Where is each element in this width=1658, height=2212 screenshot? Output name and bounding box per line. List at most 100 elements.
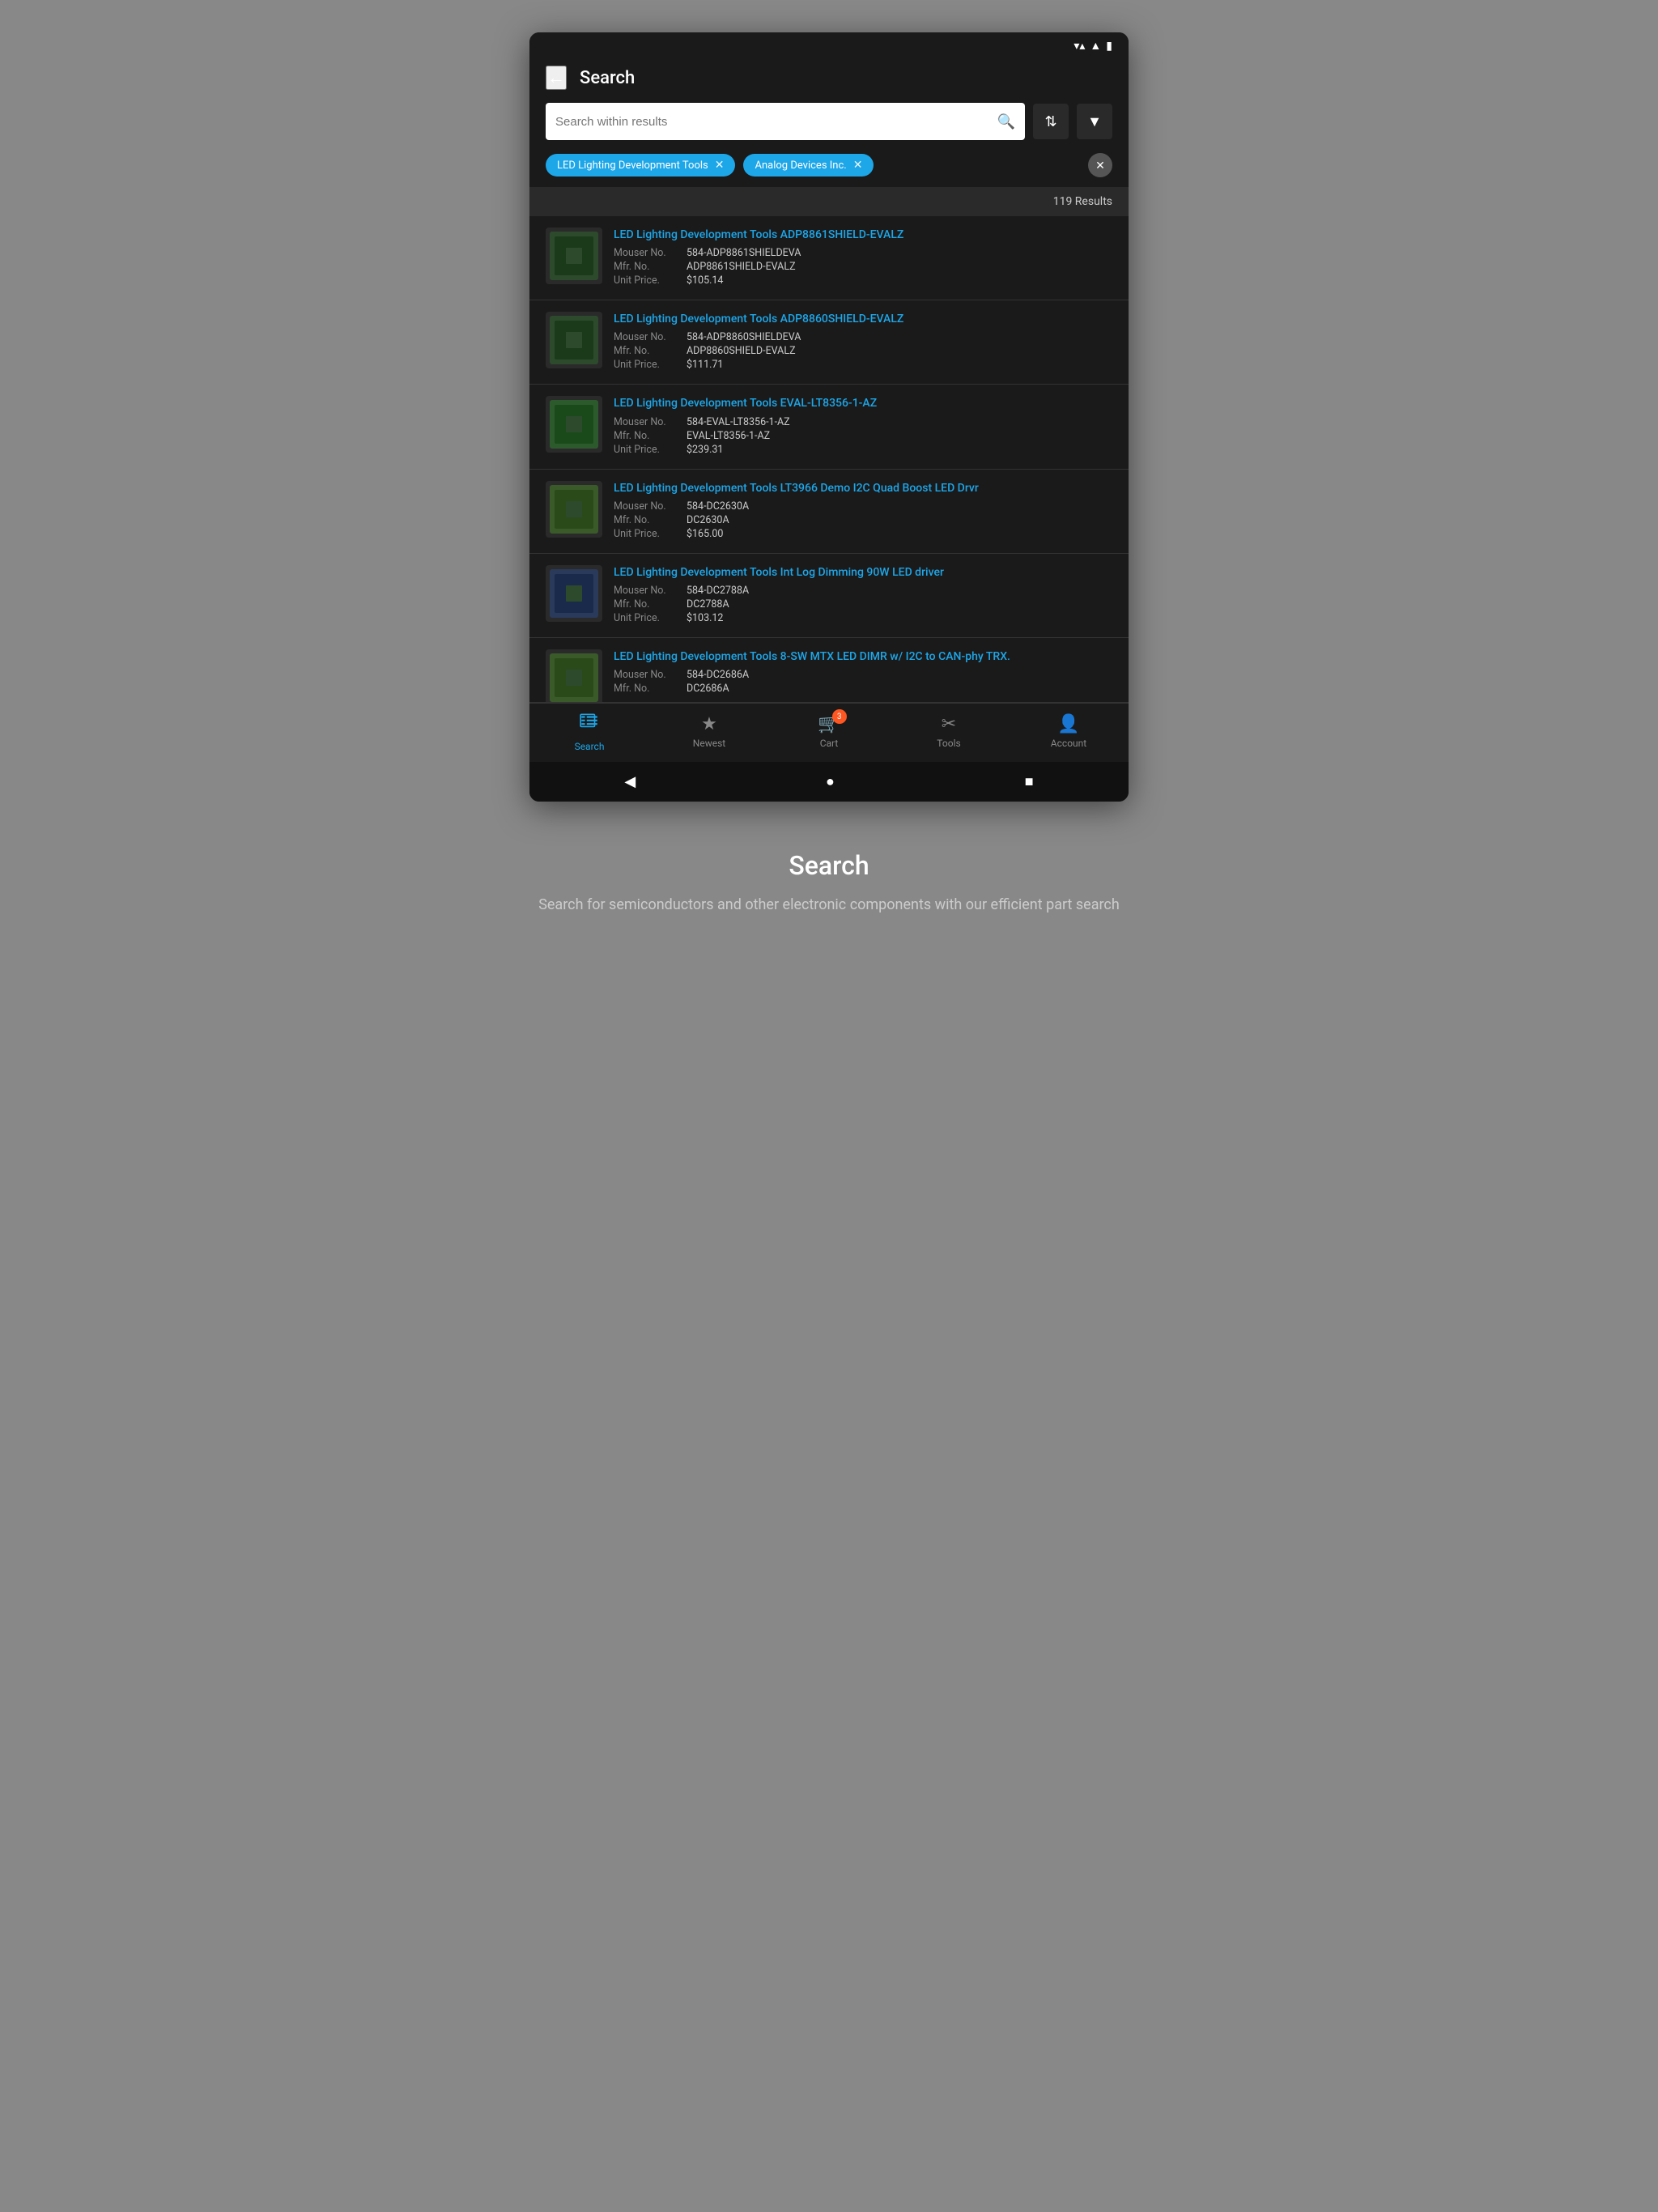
account-nav-label: Account	[1051, 738, 1086, 749]
tools-nav-label: Tools	[937, 738, 960, 749]
mouser-value: 584-ADP8860SHIELDEVA	[687, 331, 801, 343]
price-value: $111.71	[687, 359, 723, 371]
tools-nav-icon: ✂	[942, 714, 956, 734]
product-title: LED Lighting Development Tools LT3966 De…	[614, 481, 1112, 496]
newest-nav-icon: ★	[701, 714, 717, 734]
page-title: Search	[580, 68, 635, 88]
status-icons: ▾▴ ▲ ▮	[1073, 39, 1112, 53]
product-title: LED Lighting Development Tools Int Log D…	[614, 565, 1112, 580]
bottom-title: Search	[538, 850, 1120, 881]
account-nav-icon: 👤	[1057, 714, 1079, 734]
mfr-label: Mfr. No.	[614, 345, 678, 357]
bottom-nav: Search ★ Newest 🛒 3 Cart ✂ Tools 👤 Accou…	[529, 703, 1129, 762]
mfr-value: EVAL-LT8356-1-AZ	[687, 430, 770, 442]
sort-icon: ⇅	[1044, 113, 1056, 130]
search-nav-label: Search	[575, 741, 605, 752]
android-back-button[interactable]: ◀	[624, 773, 636, 790]
mfr-label: Mfr. No.	[614, 430, 678, 442]
nav-item-tools[interactable]: ✂ Tools	[916, 714, 981, 749]
cart-nav-label: Cart	[820, 738, 839, 749]
product-title: LED Lighting Development Tools EVAL-LT83…	[614, 396, 1112, 410]
chip-label: Analog Devices Inc.	[755, 160, 846, 172]
product-image	[546, 228, 602, 284]
android-nav-bar: ◀ ● ■	[529, 762, 1129, 802]
mouser-value: 584-DC2788A	[687, 585, 749, 597]
price-value: $165.00	[687, 528, 723, 540]
mfr-value: DC2788A	[687, 598, 729, 610]
nav-item-newest[interactable]: ★ Newest	[677, 714, 742, 749]
cart-badge-wrap: 🛒 3	[818, 714, 840, 734]
search-input[interactable]	[555, 115, 997, 129]
product-image	[546, 649, 602, 703]
price-label: Unit Price.	[614, 612, 678, 624]
filter-chip-led[interactable]: LED Lighting Development Tools ✕	[546, 154, 735, 177]
product-image	[546, 396, 602, 453]
table-row[interactable]: LED Lighting Development Tools 8-SW MTX …	[529, 638, 1129, 703]
price-label: Unit Price.	[614, 274, 678, 287]
table-row[interactable]: LED Lighting Development Tools LT3966 De…	[529, 470, 1129, 554]
bottom-subtitle: Search for semiconductors and other elec…	[538, 894, 1120, 916]
search-input-wrap: 🔍	[546, 103, 1025, 140]
table-row[interactable]: LED Lighting Development Tools EVAL-LT83…	[529, 385, 1129, 469]
top-bar: ← Search	[529, 56, 1129, 103]
product-info: LED Lighting Development Tools Int Log D…	[614, 565, 1112, 626]
mfr-label: Mfr. No.	[614, 514, 678, 526]
product-info: LED Lighting Development Tools ADP8861SH…	[614, 228, 1112, 288]
mfr-label: Mfr. No.	[614, 598, 678, 610]
nav-item-cart[interactable]: 🛒 3 Cart	[797, 714, 861, 749]
product-image	[546, 312, 602, 368]
cart-badge: 3	[832, 709, 847, 724]
product-title: LED Lighting Development Tools ADP8861SH…	[614, 228, 1112, 242]
product-info: LED Lighting Development Tools ADP8860SH…	[614, 312, 1112, 372]
newest-nav-label: Newest	[693, 738, 725, 749]
product-image	[546, 565, 602, 622]
mouser-label: Mouser No.	[614, 500, 678, 513]
price-label: Unit Price.	[614, 444, 678, 456]
filter-icon: ▼	[1087, 113, 1102, 130]
mfr-value: DC2630A	[687, 514, 729, 526]
product-info: LED Lighting Development Tools LT3966 De…	[614, 481, 1112, 542]
table-row[interactable]: LED Lighting Development Tools ADP8860SH…	[529, 300, 1129, 385]
product-list: LED Lighting Development Tools ADP8861SH…	[529, 216, 1129, 703]
mfr-value: DC2686A	[687, 683, 729, 695]
price-value: $105.14	[687, 274, 723, 287]
mouser-value: 584-ADP8861SHIELDEVA	[687, 247, 801, 259]
mfr-label: Mfr. No.	[614, 261, 678, 273]
phone-container: ▾▴ ▲ ▮ ← Search 🔍 ⇅ ▼ LED Lighting Devel…	[529, 32, 1129, 802]
filter-chip-analog[interactable]: Analog Devices Inc. ✕	[743, 154, 874, 177]
mouser-label: Mouser No.	[614, 331, 678, 343]
table-row[interactable]: LED Lighting Development Tools ADP8861SH…	[529, 216, 1129, 300]
android-recent-button[interactable]: ■	[1025, 773, 1034, 790]
table-row[interactable]: LED Lighting Development Tools Int Log D…	[529, 554, 1129, 638]
product-info: LED Lighting Development Tools EVAL-LT83…	[614, 396, 1112, 457]
status-bar: ▾▴ ▲ ▮	[529, 32, 1129, 56]
chip-remove-icon[interactable]: ✕	[715, 159, 725, 172]
wifi-icon: ▾▴	[1073, 40, 1085, 53]
price-label: Unit Price.	[614, 359, 678, 371]
search-area: 🔍 ⇅ ▼	[529, 103, 1129, 150]
battery-icon: ▮	[1106, 40, 1112, 53]
mouser-value: 584-DC2686A	[687, 669, 749, 681]
nav-item-search[interactable]: Search	[557, 712, 622, 752]
mouser-label: Mouser No.	[614, 416, 678, 428]
clear-all-button[interactable]: ✕	[1088, 153, 1112, 177]
chip-remove-icon[interactable]: ✕	[853, 159, 863, 172]
chip-label: LED Lighting Development Tools	[557, 160, 708, 172]
mouser-value: 584-EVAL-LT8356-1-AZ	[687, 416, 790, 428]
product-image	[546, 481, 602, 538]
mouser-label: Mouser No.	[614, 669, 678, 681]
price-label: Unit Price.	[614, 528, 678, 540]
filter-button[interactable]: ▼	[1077, 104, 1112, 139]
mouser-value: 584-DC2630A	[687, 500, 749, 513]
mfr-label: Mfr. No.	[614, 683, 678, 695]
search-nav-icon	[579, 712, 600, 738]
nav-item-account[interactable]: 👤 Account	[1036, 714, 1101, 749]
signal-icon: ▲	[1090, 39, 1101, 53]
mfr-value: ADP8860SHIELD-EVALZ	[687, 345, 796, 357]
search-icon-button[interactable]: 🔍	[997, 113, 1015, 130]
sort-button[interactable]: ⇅	[1033, 104, 1069, 139]
back-button[interactable]: ←	[546, 66, 567, 90]
android-home-button[interactable]: ●	[826, 773, 835, 790]
results-header: 119 Results	[529, 187, 1129, 216]
product-title: LED Lighting Development Tools 8-SW MTX …	[614, 649, 1112, 664]
